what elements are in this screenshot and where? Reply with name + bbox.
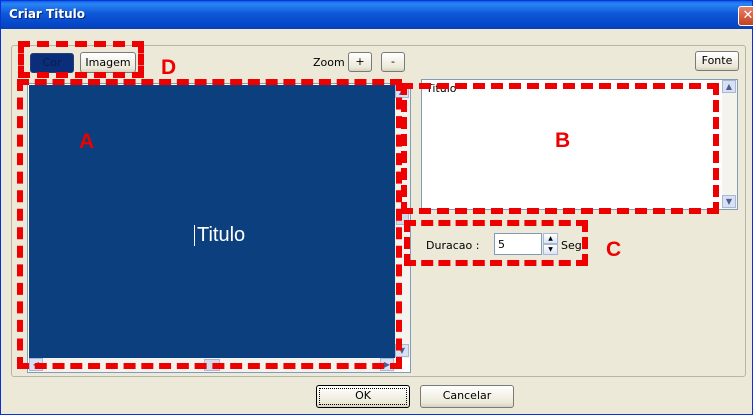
window-title: Criar Titulo bbox=[9, 7, 85, 21]
annotation-box-c bbox=[404, 220, 588, 266]
annotation-box-d bbox=[18, 41, 144, 78]
annotation-label-a: A bbox=[79, 130, 95, 153]
annotation-label-b: B bbox=[555, 129, 571, 152]
text-scroll-down-icon[interactable]: ▼ bbox=[722, 195, 736, 208]
text-scroll-up-icon[interactable]: ▲ bbox=[722, 80, 736, 93]
title-bar[interactable]: Criar Titulo ✕ bbox=[1, 1, 753, 29]
fonte-button[interactable]: Fonte bbox=[695, 51, 739, 71]
annotation-box-a bbox=[17, 79, 402, 369]
text-area-scrollbar[interactable]: ▲ ▼ bbox=[722, 80, 737, 209]
cancel-button[interactable]: Cancelar bbox=[420, 385, 514, 408]
annotation-label-d: D bbox=[161, 56, 177, 79]
zoom-in-button[interactable]: + bbox=[348, 52, 372, 72]
zoom-out-button[interactable]: - bbox=[381, 52, 405, 72]
zoom-label: Zoom bbox=[313, 56, 345, 69]
close-icon[interactable]: ✕ bbox=[738, 6, 753, 26]
annotation-label-c: C bbox=[606, 238, 622, 261]
ok-button[interactable]: OK bbox=[316, 385, 410, 408]
